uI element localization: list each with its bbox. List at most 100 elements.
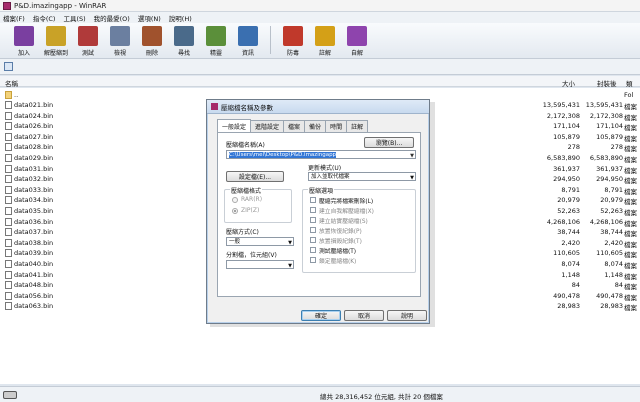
option-checkbox[interactable]	[310, 237, 316, 243]
menu-favorites[interactable]: 我的最愛(O)	[94, 13, 130, 23]
tab-advanced[interactable]: 進階設定	[250, 120, 285, 132]
row-packed: 4,268,106	[589, 217, 623, 226]
row-name: data028.bin	[14, 143, 54, 152]
row-name: data033.bin	[14, 185, 54, 194]
row-name: data036.bin	[14, 217, 54, 226]
toolbar-icon	[14, 26, 34, 46]
file-icon	[5, 154, 12, 162]
menu-file[interactable]: 檔案(F)	[3, 13, 25, 23]
row-packed: 20,979	[600, 196, 623, 205]
toolbar-button-6[interactable]: 精靈	[200, 26, 232, 57]
toolbar-button-5[interactable]: 尋找	[168, 26, 200, 57]
toolbar-label: 測試	[81, 50, 94, 57]
menu-options[interactable]: 選項(N)	[138, 13, 161, 23]
file-icon	[5, 217, 12, 226]
row-name: data024.bin	[14, 111, 54, 120]
winrar-icon	[3, 1, 11, 10]
column-size[interactable]: 大小	[562, 78, 575, 88]
toolbar-label: 精靈	[209, 50, 222, 57]
row-packed: 84	[614, 281, 623, 290]
menu-help[interactable]: 說明(H)	[169, 13, 192, 23]
toolbar-icon	[78, 26, 98, 46]
row-name: data037.bin	[14, 228, 54, 237]
file-icon	[5, 249, 12, 258]
option-checkbox[interactable]	[310, 207, 316, 213]
row-name: data039.bin	[14, 249, 54, 258]
row-type: 檔案	[624, 156, 637, 164]
option-checkbox[interactable]	[310, 247, 316, 253]
split-label: 分割檔，位元組(V)	[226, 252, 277, 259]
row-type: 檔案	[624, 209, 637, 217]
option-label: 放置損毀紀錄(T)	[319, 239, 362, 245]
row-packed: 28,983	[600, 302, 623, 311]
general-panel: 壓縮檔名稱(A) 瀏覽(B)... C:\Users\mel\Desktop\P…	[217, 132, 421, 297]
row-name: data041.bin	[14, 270, 54, 279]
file-icon	[5, 185, 12, 194]
rar-label: RAR(R)	[241, 196, 263, 203]
toolbar-button-0[interactable]: 加入	[8, 26, 40, 57]
archive-name-value: C:\Users\mel\Desktop\P&D.imazingapp	[229, 152, 337, 158]
menu-commands[interactable]: 指令(C)	[33, 13, 56, 23]
menu-tools[interactable]: 工具(S)	[63, 13, 85, 23]
split-select[interactable]: ▼	[226, 260, 294, 269]
row-packed: 361,937	[596, 164, 623, 173]
toolbar-button-2[interactable]: 測試	[72, 26, 104, 57]
row-name: ..	[14, 91, 19, 99]
menu-bar: 檔案(F) 指令(C) 工具(S) 我的最愛(O) 選項(N) 說明(H)	[0, 12, 640, 23]
toolbar-label: 解壓縮到	[43, 50, 68, 57]
row-type: 檔案	[624, 187, 637, 196]
tab-files[interactable]: 檔案	[283, 120, 306, 132]
column-name[interactable]: 名稱	[5, 78, 18, 88]
toolbar-icon	[347, 26, 367, 46]
toolbar-icon	[206, 26, 226, 46]
method-select[interactable]: 一般 ▼	[226, 237, 294, 246]
toolbar-label: 資訊	[241, 50, 254, 57]
update-mode-select[interactable]: 加入並取代檔案 ▼	[308, 172, 416, 181]
toolbar-button-4[interactable]: 刪除	[136, 26, 168, 57]
column-packed[interactable]: 封裝後	[597, 78, 617, 88]
row-type: 檔案	[624, 103, 637, 111]
zip-radio[interactable]	[232, 208, 238, 214]
folder-icon	[5, 91, 12, 99]
row-type: 檔案	[624, 304, 637, 313]
file-icon	[5, 101, 12, 109]
row-name: data040.bin	[14, 260, 54, 268]
archive-name-label: 壓縮檔名稱(A)	[226, 142, 265, 149]
toolbar-button-7[interactable]: 資訊	[232, 26, 264, 57]
archive-name-input[interactable]: C:\Users\mel\Desktop\P&D.imazingapp ▼	[226, 150, 416, 159]
toolbar-button-9[interactable]: 註解	[309, 26, 341, 57]
window-title: P&D.imazingapp - WinRAR	[14, 1, 107, 10]
profiles-button[interactable]: 設定檔(E)...	[226, 171, 284, 182]
toolbar-button-10[interactable]: 自解	[341, 26, 373, 57]
option-checkbox[interactable]	[310, 217, 316, 223]
row-type: 檔案	[624, 219, 637, 228]
column-type[interactable]: 類	[626, 78, 633, 88]
tab-general[interactable]: 一般設定	[217, 119, 252, 132]
toolbar-button-8[interactable]: 防毒	[277, 26, 309, 57]
format-label: 壓縮檔格式	[230, 186, 263, 195]
tab-backup[interactable]: 備份	[304, 120, 327, 132]
toolbar-label: 刪除	[145, 50, 158, 57]
rar-radio[interactable]	[232, 197, 238, 203]
toolbar-button-3[interactable]: 檢視	[104, 26, 136, 57]
row-type: 檔案	[624, 240, 637, 249]
cancel-button[interactable]: 取消	[344, 310, 384, 321]
row-type: 檔案	[624, 134, 637, 143]
browse-button[interactable]: 瀏覽(B)...	[364, 137, 414, 148]
toolbar-icon	[238, 26, 258, 46]
row-type: 檔案	[624, 113, 637, 122]
help-button[interactable]: 說明	[387, 310, 427, 321]
option-checkbox[interactable]	[310, 227, 316, 233]
ok-button[interactable]: 確定	[301, 310, 341, 321]
option-label: 測試壓縮檔(T)	[319, 249, 357, 255]
toolbar-icon	[283, 26, 303, 46]
row-type: 檔案	[624, 166, 637, 175]
tab-comment[interactable]: 註解	[346, 120, 369, 132]
toolbar-button-1[interactable]: 解壓縮到	[40, 26, 72, 57]
option-checkbox[interactable]	[310, 257, 316, 263]
tab-time[interactable]: 時間	[325, 120, 348, 132]
file-icon	[5, 175, 12, 184]
option-checkbox[interactable]	[310, 197, 316, 203]
row-type: 檔案	[624, 230, 637, 239]
up-folder-icon[interactable]	[4, 62, 13, 71]
